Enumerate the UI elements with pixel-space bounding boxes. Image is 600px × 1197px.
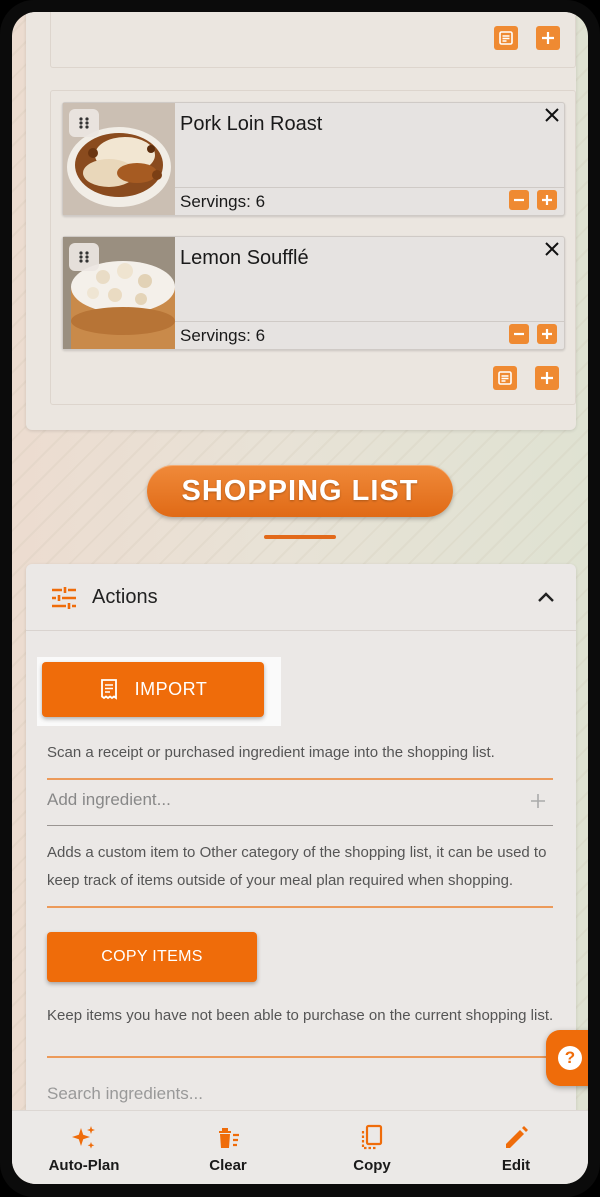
servings-bar: Servings: 6 [175,321,564,349]
divider [47,1056,553,1058]
divider [47,778,553,780]
recipe-title[interactable]: Pork Loin Roast [180,113,322,136]
add-ingredient-plus-icon[interactable] [529,792,547,810]
recipe-image [63,237,175,349]
minus-icon [514,332,524,336]
drag-handle[interactable] [69,109,99,137]
recipe-title[interactable]: Lemon Soufflé [180,247,309,270]
nav-label: Edit [501,1157,531,1174]
bottom-nav: Auto-Plan Clear Copy Edit [12,1110,588,1184]
nav-label: Copy [353,1157,391,1174]
decrease-servings-button[interactable] [509,324,529,344]
add-ingredient-placeholder: Add ingredient... [47,790,171,809]
increase-servings-button[interactable] [537,324,557,344]
recipe-image [63,103,175,215]
servings-bar: Servings: 6 [175,187,564,215]
plus-icon [542,32,554,44]
servings-count: Servings: 6 [180,192,266,211]
remove-recipe-icon[interactable] [542,239,562,259]
copy-icon [361,1124,383,1150]
decrease-servings-button[interactable] [509,190,529,210]
plus-icon [541,372,553,384]
meal-plan-card: Pork Loin Roast Servings: 6 Lemon Souffl… [26,12,576,430]
nav-clear[interactable]: Clear [156,1111,300,1184]
copy-items-button[interactable]: COPY ITEMS [47,932,257,982]
help-button[interactable]: ? [546,1030,588,1086]
actions-panel: Actions IMPORT Scan a receipt or purchas… [26,564,576,1124]
receipt-icon [100,678,117,700]
recipe-card[interactable]: Pork Loin Roast Servings: 6 [62,102,565,216]
pencil-icon [506,1126,528,1148]
add-recipe-button[interactable] [535,366,559,390]
copy-items-help-text: Keep items you have not been able to pur… [47,1007,554,1024]
clear-list-icon [219,1128,239,1148]
increase-servings-button[interactable] [537,190,557,210]
add-recipe-button[interactable] [536,26,560,50]
nav-label: Auto-Plan [48,1157,120,1174]
previous-day-section [50,12,576,68]
import-label: IMPORT [134,679,208,699]
import-button[interactable]: IMPORT [42,662,264,717]
divider [47,906,553,908]
note-icon [498,371,512,385]
nav-edit[interactable]: Edit [444,1111,588,1184]
tune-icon [52,587,76,609]
nav-auto-plan[interactable]: Auto-Plan [12,1111,156,1184]
sparkles-icon [72,1126,95,1149]
nav-copy[interactable]: Copy [300,1111,444,1184]
recipe-card[interactable]: Lemon Soufflé Servings: 6 [62,236,565,350]
remove-recipe-icon[interactable] [542,105,562,125]
copy-items-label: COPY ITEMS [101,948,203,965]
search-ingredients-placeholder: Search ingredients... [47,1084,203,1103]
import-help-text: Scan a receipt or purchased ingredient i… [47,744,495,761]
plus-icon [542,329,552,339]
add-ingredient-help-text: Adds a custom item to Other category of … [47,844,547,889]
add-note-button[interactable] [493,366,517,390]
actions-label: Actions [92,586,158,608]
chevron-up-icon[interactable] [534,586,558,610]
drag-handle[interactable] [69,243,99,271]
shopping-list-heading-text: SHOPPING LIST [181,474,419,507]
add-note-button[interactable] [494,26,518,50]
device-frame: Pork Loin Roast Servings: 6 Lemon Souffl… [0,0,600,1197]
servings-count: Servings: 6 [180,326,266,345]
nav-label: Clear [209,1157,247,1174]
heading-underline [264,535,336,539]
minus-icon [514,198,524,202]
note-icon [499,31,513,45]
drag-icon [79,251,89,263]
help-icon: ? [558,1046,582,1070]
app-screen: Pork Loin Roast Servings: 6 Lemon Souffl… [12,12,588,1184]
actions-header[interactable]: Actions [26,564,576,631]
plus-icon [542,195,552,205]
drag-icon [79,117,89,129]
shopping-list-heading: SHOPPING LIST [147,465,453,517]
add-ingredient-input[interactable]: Add ingredient... [47,786,553,826]
